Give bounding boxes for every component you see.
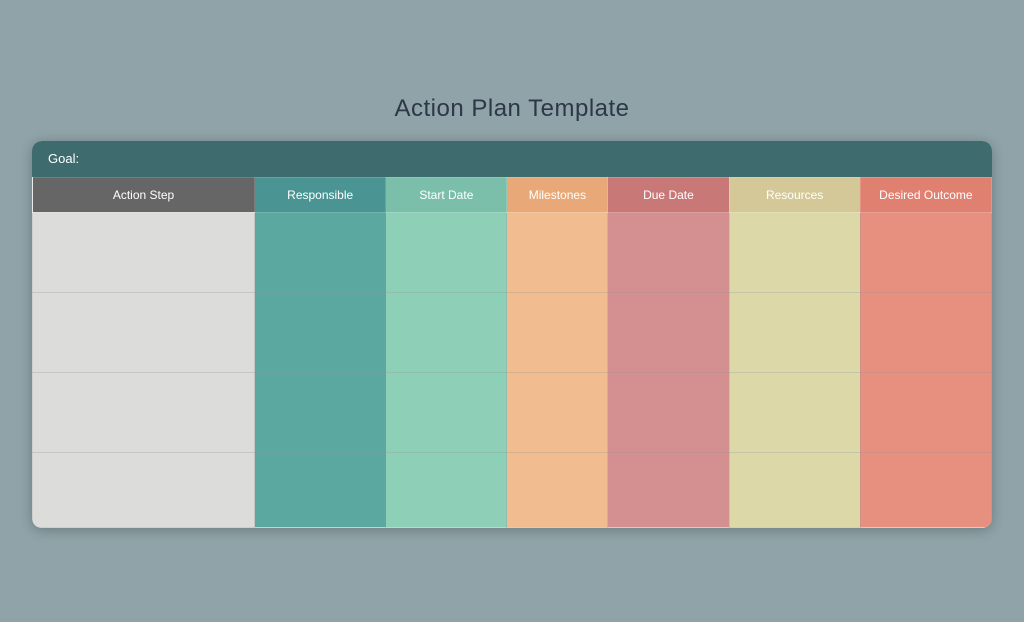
cell-action-step-4[interactable] bbox=[33, 452, 255, 527]
cell-milestones-2[interactable] bbox=[507, 292, 608, 372]
cell-milestones-1[interactable] bbox=[507, 212, 608, 292]
col-header-responsible: Responsible bbox=[255, 177, 386, 212]
cell-desired-outcome-2[interactable] bbox=[860, 292, 991, 372]
cell-responsible-4[interactable] bbox=[255, 452, 386, 527]
cell-responsible-3[interactable] bbox=[255, 372, 386, 452]
table-header-row: Action Step Responsible Start Date Miles… bbox=[33, 177, 992, 212]
cell-due-date-3[interactable] bbox=[608, 372, 729, 452]
cell-milestones-4[interactable] bbox=[507, 452, 608, 527]
cell-desired-outcome-4[interactable] bbox=[860, 452, 991, 527]
cell-action-step-3[interactable] bbox=[33, 372, 255, 452]
cell-desired-outcome-1[interactable] bbox=[860, 212, 991, 292]
cell-due-date-4[interactable] bbox=[608, 452, 729, 527]
goal-header: Goal: bbox=[32, 141, 992, 177]
cell-start-date-4[interactable] bbox=[386, 452, 507, 527]
cell-due-date-1[interactable] bbox=[608, 212, 729, 292]
cell-resources-2[interactable] bbox=[729, 292, 860, 372]
col-header-resources: Resources bbox=[729, 177, 860, 212]
goal-label: Goal: bbox=[48, 151, 79, 166]
cell-action-step-2[interactable] bbox=[33, 292, 255, 372]
col-header-desired-outcome: Desired Outcome bbox=[860, 177, 991, 212]
table-container: Goal: Action Step Responsible Start Date… bbox=[32, 141, 992, 528]
action-plan-table: Action Step Responsible Start Date Miles… bbox=[32, 177, 992, 528]
cell-resources-1[interactable] bbox=[729, 212, 860, 292]
cell-milestones-3[interactable] bbox=[507, 372, 608, 452]
table-row bbox=[33, 372, 992, 452]
col-header-milestones: Milestones bbox=[507, 177, 608, 212]
cell-responsible-1[interactable] bbox=[255, 212, 386, 292]
cell-due-date-2[interactable] bbox=[608, 292, 729, 372]
col-header-action-step: Action Step bbox=[33, 177, 255, 212]
cell-responsible-2[interactable] bbox=[255, 292, 386, 372]
col-header-start-date: Start Date bbox=[386, 177, 507, 212]
col-header-due-date: Due Date bbox=[608, 177, 729, 212]
cell-resources-3[interactable] bbox=[729, 372, 860, 452]
table-row bbox=[33, 292, 992, 372]
cell-start-date-2[interactable] bbox=[386, 292, 507, 372]
page-title: Action Plan Template bbox=[394, 95, 629, 123]
cell-action-step-1[interactable] bbox=[33, 212, 255, 292]
cell-resources-4[interactable] bbox=[729, 452, 860, 527]
table-row bbox=[33, 452, 992, 527]
cell-start-date-3[interactable] bbox=[386, 372, 507, 452]
cell-start-date-1[interactable] bbox=[386, 212, 507, 292]
page-wrapper: Action Plan Template Goal: Action Step R… bbox=[32, 95, 992, 528]
table-row bbox=[33, 212, 992, 292]
cell-desired-outcome-3[interactable] bbox=[860, 372, 991, 452]
